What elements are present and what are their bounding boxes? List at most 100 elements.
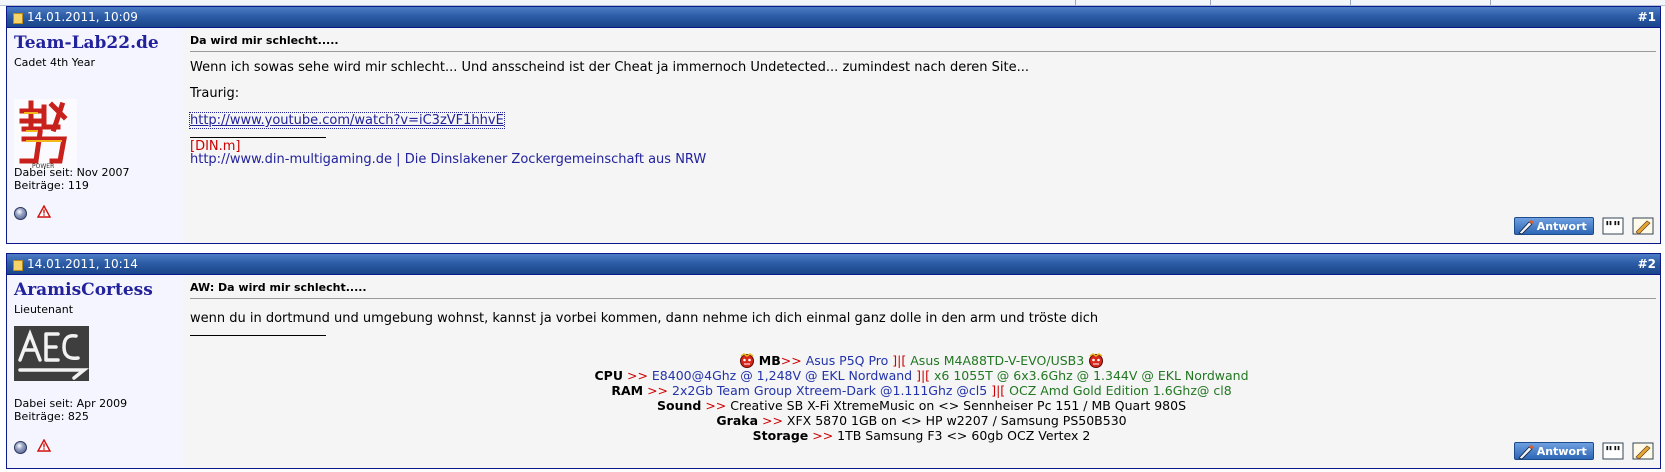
user-post-count: Beiträge: 825 xyxy=(14,410,89,423)
sig-row-ram: RAM >> 2x2Gb Team Group Xtreem-Dark @1.1… xyxy=(183,383,1660,398)
signature-specs: MB>> Asus P5Q Pro ]|[ Asus M4A88TD-V-EVO… xyxy=(183,353,1660,443)
online-status-icon xyxy=(14,441,27,454)
report-warning-icon[interactable] xyxy=(36,438,52,456)
svg-text:": " xyxy=(1605,443,1613,460)
post-header: 14.01.2011, 10:09 #1 xyxy=(7,7,1660,28)
top-strip-divider xyxy=(1210,0,1211,5)
sig-row-graka: Graka >> XFX 5870 1GB on <> HP w2207 / S… xyxy=(183,413,1660,428)
sig-cpu-value-1: E8400@4Ghz @ 1,248V @ EKL Nordwand xyxy=(651,368,913,383)
post-content: AW: Da wird mir schlecht..... wenn du in… xyxy=(183,275,1660,468)
post-icon xyxy=(13,260,23,271)
post-number-link[interactable]: #2 xyxy=(1638,254,1656,274)
sig-sound-value: Creative SB X-Fi XtremeMusic on <> Sennh… xyxy=(730,398,1187,413)
user-rank: Lieutenant xyxy=(14,303,74,316)
user-info: Team-Lab22.de Cadet 4th Year POWER Dabei… xyxy=(7,28,183,243)
avatar[interactable]: POWER xyxy=(14,99,77,170)
user-status-icons xyxy=(14,438,52,456)
post-title: Da wird mir schlecht..... xyxy=(190,34,339,47)
post-number-link[interactable]: #1 xyxy=(1638,7,1656,27)
title-divider xyxy=(190,298,1656,299)
sig-graka-value: XFX 5870 1GB on <> HP w2207 / Samsung PS… xyxy=(786,413,1127,428)
avatar[interactable] xyxy=(14,326,89,381)
sig-arrow: >> xyxy=(780,353,802,368)
post-text-line: Wenn ich sowas sehe wird mir schlecht...… xyxy=(190,60,1030,75)
online-status-icon xyxy=(14,207,27,220)
sig-row-storage: Storage >> 1TB Samsung F3 <> 60gb OCZ Ve… xyxy=(183,428,1660,443)
user-post-count: Beiträge: 119 xyxy=(14,179,89,192)
sig-ram-value-1: 2x2Gb Team Group Xtreem-Dark @1.111Ghz @… xyxy=(672,383,988,398)
sig-mb-value-2: Asus M4A88TD-V-EVO/USB3 xyxy=(910,353,1085,368)
sig-arrow: >> xyxy=(761,413,783,428)
sig-arrow: >> xyxy=(647,383,669,398)
title-divider xyxy=(190,51,1656,52)
post-content: Da wird mir schlecht..... Wenn ich sowas… xyxy=(183,28,1660,243)
reply-button[interactable]: Antwort xyxy=(1513,442,1594,460)
top-strip-divider xyxy=(1075,0,1076,5)
quote-button[interactable]: " " xyxy=(1602,217,1624,236)
sig-mb-label: MB xyxy=(758,353,781,368)
username-link[interactable]: AramisCortess xyxy=(14,280,153,300)
quote-button[interactable]: " " xyxy=(1602,442,1624,461)
top-strip-divider xyxy=(1350,0,1351,5)
sig-separator: ]|[ xyxy=(991,383,1006,398)
user-rank: Cadet 4th Year xyxy=(14,56,96,69)
user-stats: Dabei seit: Nov 2007 Beiträge: 119 xyxy=(14,166,130,192)
svg-text:": " xyxy=(1613,443,1621,460)
post-date: 14.01.2011, 10:09 xyxy=(27,10,138,24)
top-strip-divider xyxy=(1490,0,1491,5)
sig-ram-value-2: OCZ Amd Gold Edition 1.6Ghz@ cl8 xyxy=(1009,383,1232,398)
sig-row-mb: MB>> Asus P5Q Pro ]|[ Asus M4A88TD-V-EVO… xyxy=(183,353,1660,368)
reply-button-label: Antwort xyxy=(1536,445,1587,458)
sig-separator: ]|[ xyxy=(916,368,931,383)
sig-cpu-label: CPU xyxy=(594,368,623,383)
signature-link[interactable]: http://www.din-multigaming.de | Die Dins… xyxy=(190,152,706,167)
reply-pen-icon xyxy=(1517,219,1535,241)
sig-cpu-value-2: x6 1055T @ 6x3.6Ghz @ 1.344V @ EKL Nordw… xyxy=(934,368,1249,383)
user-status-icons xyxy=(14,204,52,222)
post-1: 14.01.2011, 10:09 #1 Team-Lab22.de Cadet… xyxy=(6,6,1661,244)
sig-arrow: >> xyxy=(812,428,834,443)
youtube-link[interactable]: http://www.youtube.com/watch?v=iC3zVF1hh… xyxy=(189,112,505,129)
mb-emoji-icon xyxy=(1088,353,1104,368)
user-stats: Dabei seit: Apr 2009 Beiträge: 825 xyxy=(14,397,127,423)
post-header: 14.01.2011, 10:14 #2 xyxy=(7,254,1660,275)
sig-arrow: >> xyxy=(705,398,727,413)
sig-arrow: >> xyxy=(626,368,648,383)
edit-icon xyxy=(1632,217,1654,235)
sig-graka-label: Graka xyxy=(716,413,758,428)
post-icon xyxy=(13,13,23,24)
post-date: 14.01.2011, 10:14 xyxy=(27,257,138,271)
user-joined: Dabei seit: Nov 2007 xyxy=(14,166,130,179)
sig-row-cpu: CPU >> E8400@4Ghz @ 1,248V @ EKL Nordwan… xyxy=(183,368,1660,383)
signature-divider xyxy=(190,335,326,336)
sig-storage-label: Storage xyxy=(752,428,809,443)
quote-icon: " " xyxy=(1602,442,1624,461)
edit-button[interactable] xyxy=(1632,217,1654,235)
user-info: AramisCortess Lieutenant Dabei seit: Apr… xyxy=(7,275,183,468)
svg-text:": " xyxy=(1605,218,1613,235)
reply-button-label: Antwort xyxy=(1536,220,1587,233)
sig-row-sound: Sound >> Creative SB X-Fi XtremeMusic on… xyxy=(183,398,1660,413)
post-action-buttons: Antwort " " xyxy=(1510,217,1654,237)
sig-separator: ]|[ xyxy=(892,353,907,368)
edit-icon xyxy=(1632,442,1654,460)
reply-pen-icon xyxy=(1517,444,1535,466)
quote-icon: " " xyxy=(1602,217,1624,236)
mb-emoji-icon xyxy=(739,353,755,368)
sig-storage-value: 1TB Samsung F3 <> 60gb OCZ Vertex 2 xyxy=(837,428,1091,443)
svg-text:": " xyxy=(1613,218,1621,235)
post-text-line: Traurig: xyxy=(190,86,240,101)
signature-divider xyxy=(190,137,326,138)
post-2: 14.01.2011, 10:14 #2 AramisCortess Lieut… xyxy=(6,253,1661,469)
sig-sound-label: Sound xyxy=(656,398,702,413)
post-action-buttons: Antwort " " xyxy=(1510,442,1654,462)
sig-mb-value-1: Asus P5Q Pro xyxy=(805,353,889,368)
user-joined: Dabei seit: Apr 2009 xyxy=(14,397,128,410)
edit-button[interactable] xyxy=(1632,442,1654,460)
username-link[interactable]: Team-Lab22.de xyxy=(14,33,159,53)
post-title: AW: Da wird mir schlecht..... xyxy=(190,281,367,294)
report-warning-icon[interactable] xyxy=(36,204,52,222)
post-text: wenn du in dortmund und umgebung wohnst,… xyxy=(190,311,1099,326)
reply-button[interactable]: Antwort xyxy=(1513,217,1594,235)
sig-ram-label: RAM xyxy=(611,383,644,398)
